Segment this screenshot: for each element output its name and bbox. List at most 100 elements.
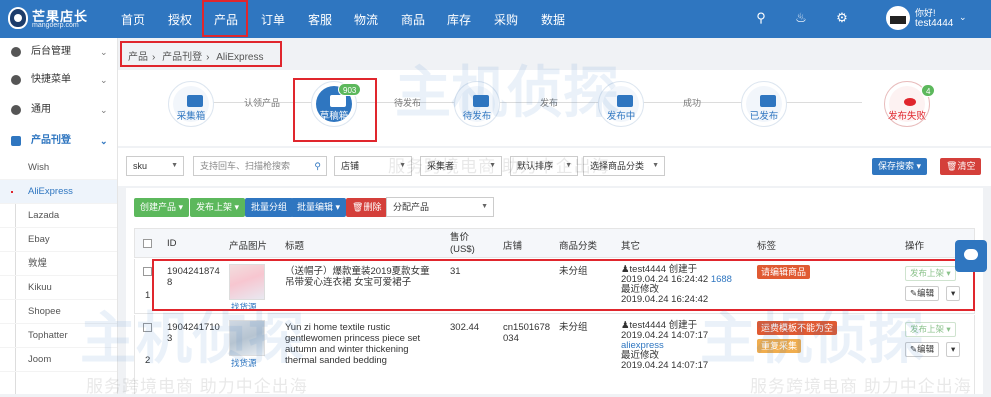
row-category: 未分组 (559, 322, 588, 333)
upload-icon (617, 95, 633, 107)
step-draft-highlight (293, 78, 377, 142)
nav-product-highlight (202, 0, 248, 37)
row-highlight (152, 259, 975, 311)
search-icon[interactable]: ⚲ (314, 157, 321, 175)
mango-logo-icon (8, 7, 28, 29)
button-label: 批量编辑 (297, 202, 334, 212)
chevron-down-icon[interactable]: ⌄ (959, 12, 967, 23)
row-id: 1904241710 3 (167, 322, 220, 344)
row-edit-button[interactable]: ✎编辑 (905, 342, 940, 357)
select-value: 分配产品 (393, 202, 430, 212)
watermark-sub: 服务跨境电商 助力中企出海 (388, 157, 610, 176)
batch-group-button[interactable]: 批量分组 (245, 198, 294, 217)
top-navbar: 芒果店长 mangoerp.com 首页 授权 产品 订单 客服 物流 商品 库… (0, 0, 991, 38)
chat-icon[interactable] (955, 240, 987, 272)
col-image: 产品图片 (229, 241, 268, 252)
nav-orders[interactable]: 订单 (261, 11, 285, 28)
flow-arrow-label: 发布 (540, 98, 559, 108)
sidebar-item-aliexpress[interactable]: AliExpress (0, 180, 117, 204)
sidebar-item-tophatter[interactable]: Tophatter (0, 324, 117, 348)
row-checkbox[interactable] (143, 267, 152, 276)
nav-service[interactable]: 客服 (308, 11, 332, 28)
step-label: 发布失败 (887, 111, 926, 122)
sidebar-item-shortcuts[interactable]: 快捷菜单 ⌄ (0, 66, 117, 94)
watermark-sub: 服务跨境电商 助力中企出海 (86, 377, 308, 396)
sidebar-item-general[interactable]: 通用 ⌄ (0, 96, 117, 124)
sidebar-section-product-listing[interactable]: 产品刊登 ⌄ (0, 127, 117, 155)
field-select[interactable]: sku ▼ (126, 156, 184, 176)
nav-goods[interactable]: 商品 (401, 11, 425, 28)
row-checkbox[interactable] (143, 323, 152, 332)
gear-icon (11, 105, 21, 115)
sidebar-item-kikuu[interactable]: Kikuu (0, 276, 117, 300)
sidebar-item-label: AliExpress (28, 186, 73, 197)
sidebar: 后台管理 ⌄ 快捷菜单 ⌄ 通用 ⌄ 产品刊登 ⌄ Wish AliExpres… (0, 38, 118, 394)
avatar[interactable] (886, 6, 910, 30)
save-search-button[interactable]: 保存搜索 ▾ (872, 158, 928, 175)
clear-button[interactable]: 🗑清空 (940, 158, 982, 175)
nav-inventory[interactable]: 库存 (447, 11, 471, 28)
col-shop: 店铺 (503, 241, 523, 252)
row-other: ♟test4444 创建于 2019.04.24 14:07:17 aliexp… (621, 321, 749, 371)
download-icon (187, 95, 203, 107)
col-price[interactable]: 售价(US$) (450, 232, 490, 256)
batch-edit-button[interactable]: 批量编辑 ▾ (291, 198, 347, 217)
sidebar-item-label: 通用 (31, 104, 51, 115)
user-name[interactable]: test4444 (915, 18, 953, 29)
flow-arrow-label: 成功 (683, 98, 702, 108)
sidebar-item-shopee[interactable]: Shopee (0, 300, 117, 324)
watermark-sub: 服务跨境电商 助力中企出海 (750, 377, 972, 396)
row-index: 2 (145, 355, 151, 366)
col-id[interactable]: ID (167, 238, 177, 249)
sidebar-item-dhgate[interactable]: 敦煌 (0, 252, 117, 276)
nav-logistics[interactable]: 物流 (354, 11, 378, 28)
sidebar-item-label: 快捷菜单 (31, 74, 71, 85)
search-icon[interactable]: ⚲ (753, 10, 769, 26)
nav-home[interactable]: 首页 (121, 11, 145, 28)
caret-down-icon: ▼ (652, 162, 659, 169)
breadcrumb-highlight (120, 41, 282, 67)
step-label: 已发布 (749, 111, 779, 122)
button-label: 编辑 (917, 344, 935, 354)
publish-flow: 采集箱 认领产品 草稿箱 903 待发布 待发布 发布 发布中 成功 已发布 发… (118, 70, 991, 146)
row-publish-button[interactable]: 发布上架 ▾ (905, 322, 956, 337)
col-title[interactable]: 标题 (285, 238, 304, 252)
create-product-button[interactable]: 创建产品 ▾ (134, 198, 190, 217)
col-actions: 操作 (905, 241, 925, 252)
settings-icon[interactable]: ⚙ (834, 10, 850, 26)
bell-icon[interactable]: ♨ (793, 10, 809, 26)
active-dot-icon (11, 191, 13, 193)
button-label: 清空 (957, 161, 976, 171)
gear-icon (11, 47, 21, 57)
delete-button[interactable]: 🗑删除 (346, 198, 388, 217)
sidebar-item-joom[interactable]: Joom (0, 348, 117, 372)
table-header: ID 产品图片 标题 售价(US$) 店铺 商品分类 其它 标签 操作 (134, 228, 975, 258)
sidebar-item-label: 产品刊登 (31, 135, 71, 146)
sidebar-item-wish[interactable]: Wish (0, 156, 117, 180)
row-more-button[interactable]: ▾ (946, 342, 961, 357)
nav-data[interactable]: 数据 (541, 11, 565, 28)
col-other: 其它 (621, 241, 641, 252)
tag-shipping-template-empty: 运费模板不能为空 (757, 321, 838, 335)
chevron-down-icon: ⌄ (100, 105, 108, 115)
assign-select[interactable]: 分配产品 ▼ (386, 197, 494, 217)
search-placeholder: 支持回车、扫描枪搜索 (200, 161, 291, 171)
sidebar-item-ebay[interactable]: Ebay (0, 228, 117, 252)
edit-icon (11, 136, 21, 146)
search-input[interactable]: 支持回车、扫描枪搜索 ⚲ (193, 156, 327, 176)
product-thumbnail[interactable] (229, 320, 265, 356)
publish-button[interactable]: 发布上架 ▾ (190, 198, 246, 217)
nav-purchase[interactable]: 采购 (494, 11, 518, 28)
select-all-checkbox[interactable] (143, 239, 152, 248)
sidebar-item-label: 后台管理 (31, 46, 71, 57)
eye-off-icon (904, 98, 916, 106)
count-badge: 4 (921, 84, 936, 97)
sidebar-item-lazada[interactable]: Lazada (0, 204, 117, 228)
nav-auth[interactable]: 授权 (168, 11, 192, 28)
find-source-link[interactable]: 找货源 (231, 358, 257, 369)
logo[interactable]: 芒果店长 mangoerp.com (8, 5, 88, 33)
flow-arrow-label: 认领产品 (244, 98, 281, 108)
row-title[interactable]: Yun zi home textile rustic gentlewomen p… (285, 322, 437, 366)
folder-icon (473, 95, 489, 107)
sidebar-item-admin[interactable]: 后台管理 ⌄ (0, 38, 117, 66)
